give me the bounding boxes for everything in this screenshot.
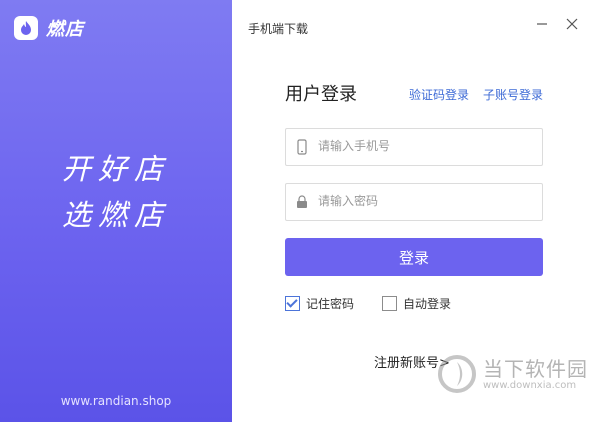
remember-password-label: 记住密码 bbox=[306, 297, 355, 311]
close-icon bbox=[566, 18, 578, 30]
login-title: 用户登录 bbox=[285, 84, 357, 105]
slogan-line-2: 选燃店 bbox=[61, 198, 170, 232]
login-button[interactable]: 登录 bbox=[285, 238, 543, 276]
brand-logo: 燃店 bbox=[14, 15, 84, 41]
minimize-icon bbox=[537, 23, 547, 25]
minimize-button[interactable] bbox=[532, 14, 552, 34]
checkbox-unchecked[interactable] bbox=[382, 296, 397, 311]
password-field bbox=[285, 183, 543, 221]
sub-account-login-link[interactable]: 子账号登录 bbox=[483, 86, 543, 103]
slogan-line-1: 开好店 bbox=[61, 152, 170, 186]
password-input[interactable] bbox=[318, 184, 528, 218]
phone-field bbox=[285, 128, 543, 166]
login-window: 燃店 开好店 选燃店 www.randian.shop 手机端下载 用户登录 验… bbox=[0, 0, 600, 422]
remember-password-checkbox[interactable]: 记住密码 bbox=[285, 295, 354, 312]
watermark-logo-icon bbox=[438, 355, 476, 393]
watermark: 当下软件园 www.downxia.com bbox=[437, 354, 588, 394]
brand-panel: 燃店 开好店 选燃店 www.randian.shop bbox=[0, 0, 232, 422]
auto-login-label: 自动登录 bbox=[403, 297, 452, 311]
lock-icon bbox=[294, 193, 310, 211]
watermark-name: 当下软件园 bbox=[483, 356, 588, 381]
checkbox-checked[interactable] bbox=[285, 296, 300, 311]
close-button[interactable] bbox=[562, 14, 582, 34]
watermark-url: www.downxia.com bbox=[483, 379, 577, 391]
phone-icon bbox=[294, 138, 310, 156]
flame-icon bbox=[14, 16, 38, 40]
brand-name: 燃店 bbox=[46, 19, 84, 40]
login-panel: 手机端下载 用户登录 验证码登录 子账号登录 登录 记住密码 bbox=[232, 0, 600, 422]
phone-input[interactable] bbox=[318, 129, 528, 163]
mobile-download-link[interactable]: 手机端下载 bbox=[248, 20, 308, 37]
auto-login-checkbox[interactable]: 自动登录 bbox=[382, 295, 451, 312]
website-url: www.randian.shop bbox=[60, 394, 172, 408]
sms-login-link[interactable]: 验证码登录 bbox=[409, 86, 469, 103]
